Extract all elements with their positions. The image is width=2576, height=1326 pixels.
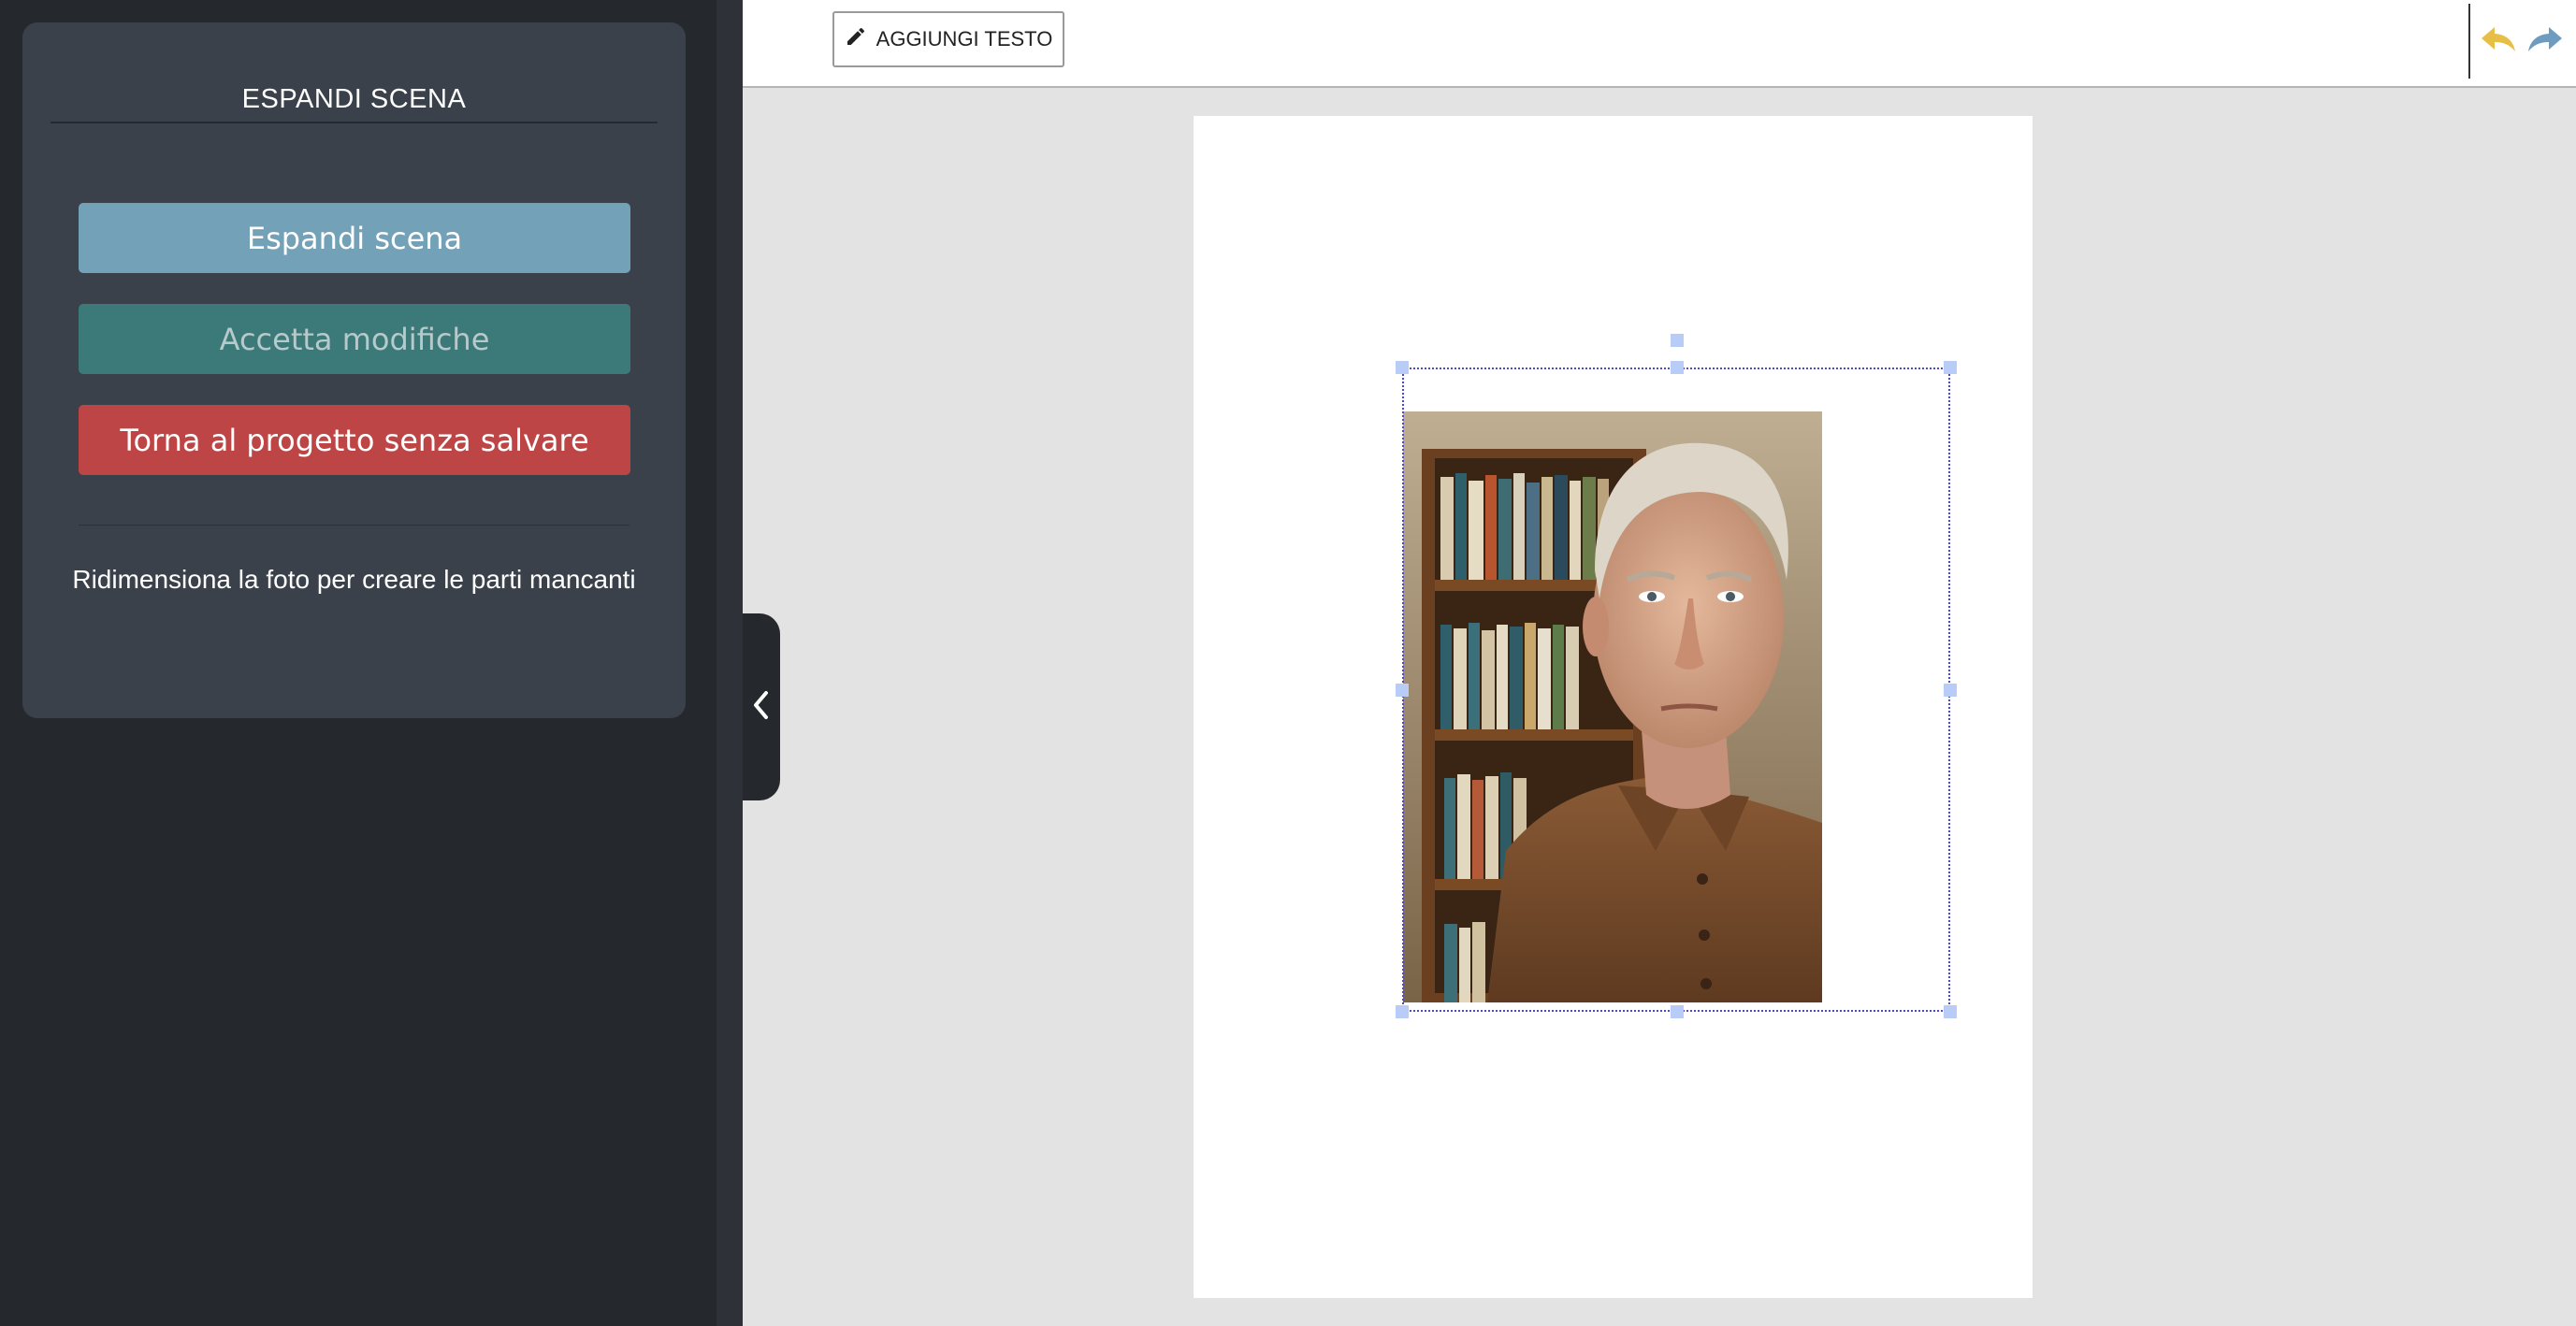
resize-handle-bottom-left[interactable] (1396, 1005, 1409, 1018)
pencil-icon (845, 25, 867, 53)
expand-scene-panel: ESPANDI SCENA Espandi scena Accetta modi… (22, 22, 686, 718)
add-text-label: AGGIUNGI TESTO (876, 27, 1053, 50)
resize-handle-bottom-right[interactable] (1944, 1005, 1957, 1018)
accept-changes-button[interactable]: Accetta modifiche (79, 304, 630, 374)
sidebar: ESPANDI SCENA Espandi scena Accetta modi… (0, 0, 716, 1326)
resize-handle-left[interactable] (1396, 684, 1409, 697)
divider (51, 122, 658, 123)
add-text-button[interactable]: AGGIUNGI TESTO (832, 11, 1064, 67)
back-without-saving-button[interactable]: Torna al progetto senza salvare (79, 405, 630, 475)
hint-text: Ridimensiona la foto per creare le parti… (72, 565, 636, 594)
undo-button[interactable] (2478, 22, 2519, 60)
resize-handle-right[interactable] (1944, 684, 1957, 697)
rotate-handle[interactable] (1671, 334, 1684, 347)
resize-handle-bottom[interactable] (1671, 1005, 1684, 1018)
toolbar: AGGIUNGI TESTO (743, 0, 2576, 88)
resize-handle-top-left[interactable] (1396, 361, 1409, 374)
redo-arrow-icon (2526, 25, 2564, 57)
expand-scene-button[interactable]: Espandi scena (79, 203, 630, 273)
sidebar-edge (716, 0, 743, 1326)
chevron-left-icon (752, 690, 771, 724)
collapse-sidebar-button[interactable] (743, 613, 780, 800)
resize-handle-top-right[interactable] (1944, 361, 1957, 374)
redo-button[interactable] (2525, 22, 2566, 60)
selection-box[interactable] (1402, 368, 1950, 1012)
panel-title: ESPANDI SCENA (241, 84, 467, 114)
resize-handle-top[interactable] (1671, 361, 1684, 374)
toolbar-divider (2468, 4, 2470, 79)
undo-arrow-icon (2480, 25, 2517, 57)
divider (79, 525, 630, 526)
